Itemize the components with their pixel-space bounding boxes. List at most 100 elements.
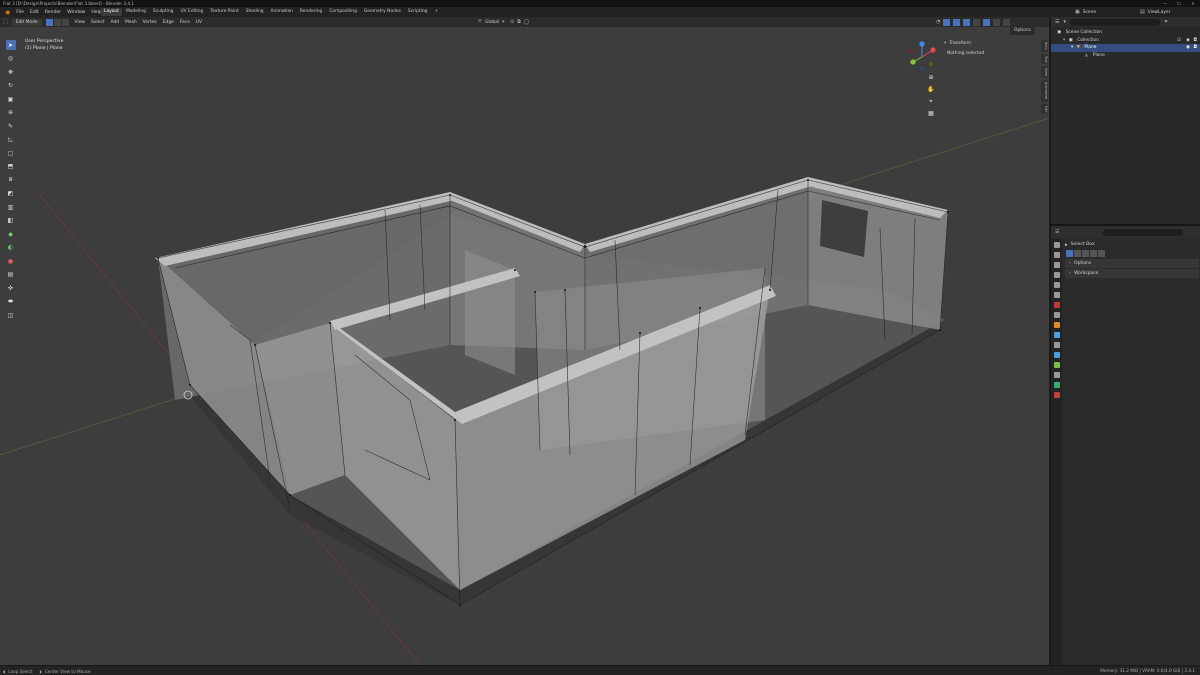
edge-slide-icon[interactable]: ▤ (6, 270, 16, 280)
close-button[interactable]: ✕ (1186, 0, 1200, 7)
menu-render[interactable]: Render (45, 10, 61, 15)
shear-icon[interactable]: ⬬ (6, 297, 16, 307)
tab-edit[interactable]: Edit (1041, 103, 1048, 115)
properties-tab-icon[interactable] (1053, 252, 1060, 258)
properties-tab-icon[interactable] (1053, 382, 1060, 388)
tab-shading[interactable]: Shading (243, 8, 267, 16)
poly-build-icon[interactable]: ◆ (6, 229, 16, 239)
outliner-row-plane-object[interactable]: ▾ ▼ Plane ◉ ◘ (1051, 44, 1200, 52)
camera-icon[interactable]: ◘ (1194, 44, 1197, 52)
properties-tab-icon[interactable] (1053, 362, 1060, 368)
menu-view[interactable]: View (75, 20, 85, 25)
gizmo-toggle-icon[interactable] (943, 18, 951, 26)
mode-set-icon[interactable] (1066, 250, 1073, 257)
tab-item[interactable]: Item (1041, 40, 1048, 52)
measure-icon[interactable]: ◺ (6, 135, 16, 145)
properties-search-input[interactable] (1103, 228, 1184, 236)
smooth-icon[interactable]: ● (6, 256, 16, 266)
tab-scripting[interactable]: Scripting (405, 8, 431, 16)
pan-hand-icon[interactable]: ✋ (926, 85, 936, 95)
3d-viewport[interactable]: User Perspective (1) Plane | Plane ▾ Tra… (0, 27, 1049, 665)
tab-sculpting[interactable]: Sculpting (150, 8, 177, 16)
blender-logo-icon[interactable]: ◉ (5, 9, 10, 16)
menu-file[interactable]: File (16, 10, 24, 15)
properties-tab-icon[interactable] (1053, 372, 1060, 378)
add-cube-icon[interactable]: ▢ (6, 148, 16, 158)
cursor-icon[interactable]: ◎ (6, 54, 16, 64)
eye-icon[interactable]: ◉ (1186, 44, 1190, 52)
tab-animation[interactable]: Animation (1041, 80, 1048, 102)
knife-icon[interactable]: ◧ (6, 216, 16, 226)
mode-invert-icon[interactable] (1090, 250, 1097, 257)
mode-intersect-icon[interactable] (1098, 250, 1105, 257)
properties-tab-icon[interactable] (1053, 262, 1060, 268)
zoom-icon[interactable]: ⊕ (926, 73, 936, 83)
outliner-filter-icon[interactable]: ⏷ (1164, 19, 1168, 25)
menu-select[interactable]: Select (91, 20, 105, 25)
properties-tab-icon[interactable] (1053, 312, 1060, 318)
outliner-row-collection[interactable]: ▾ ▣ Collection ☑ ◉ ◘ (1051, 37, 1200, 45)
xray-toggle-icon[interactable] (963, 18, 971, 26)
minimize-button[interactable]: — (1158, 0, 1172, 7)
shading-rendered-icon[interactable] (1003, 18, 1011, 26)
shading-solid-icon[interactable] (983, 18, 991, 26)
tab-animation[interactable]: Animation (268, 8, 296, 16)
maximize-button[interactable]: ☐ (1172, 0, 1186, 7)
annotate-icon[interactable]: ✎ (6, 121, 16, 131)
outliner-row-scene-collection[interactable]: ▣ Scene Collection (1051, 29, 1200, 37)
spin-icon[interactable]: ◐ (6, 243, 16, 253)
shrink-icon[interactable]: ✜ (6, 283, 16, 293)
checkbox-icon[interactable]: ☑ (1177, 37, 1181, 45)
transform-icon[interactable]: ⊕ (6, 108, 16, 118)
extrude-icon[interactable]: ⬒ (6, 162, 16, 172)
outliner-editor-icon[interactable]: ☰ (1055, 19, 1059, 25)
editor-type-icon[interactable]: ⬚ (3, 19, 8, 25)
menu-uv[interactable]: UV (196, 20, 202, 25)
menu-window[interactable]: Window (67, 10, 85, 15)
panel-workspace[interactable]: › Workspace (1065, 269, 1199, 278)
view-layer-selector[interactable]: ▤ ViewLayer (1140, 8, 1170, 16)
tab-uv-editing[interactable]: UV Editing (177, 8, 206, 16)
rip-icon[interactable]: ◫ (6, 310, 16, 320)
eye-icon[interactable]: ◉ (1186, 37, 1190, 45)
menu-vertex[interactable]: Vertex (143, 20, 157, 25)
snap-icon[interactable]: ⧉ (517, 19, 521, 25)
properties-tab-icon[interactable] (1053, 352, 1060, 358)
add-workspace-button[interactable]: + (431, 8, 441, 16)
mode-dropdown[interactable]: Edit Mode (11, 18, 42, 26)
tab-compositing[interactable]: Compositing (326, 8, 360, 16)
transform-orientation-dropdown[interactable]: ⤧ Global ▾ (478, 18, 505, 26)
menu-add[interactable]: Add (111, 20, 120, 25)
properties-tab-icon[interactable] (1053, 282, 1060, 288)
menu-edit[interactable]: Edit (30, 10, 39, 15)
properties-tab-icon[interactable] (1053, 292, 1060, 298)
properties-tab-icon[interactable] (1053, 242, 1060, 248)
face-select-icon[interactable] (61, 18, 69, 26)
options-dropdown[interactable]: Options (1010, 27, 1035, 35)
properties-tab-icon[interactable] (1053, 342, 1060, 348)
outliner-search-input[interactable] (1070, 18, 1160, 26)
tab-rendering[interactable]: Rendering (297, 8, 325, 16)
properties-tab-icon[interactable] (1053, 392, 1060, 398)
tab-layout[interactable]: Layout (101, 8, 122, 16)
navigation-gizmo[interactable] (905, 40, 939, 74)
select-box-icon[interactable]: ➤ (5, 40, 16, 50)
scene-selector[interactable]: ▣ Scene (1075, 8, 1096, 16)
mode-subtract-icon[interactable] (1082, 250, 1089, 257)
axis-gizmo-icon[interactable] (905, 40, 939, 74)
camera-view-icon[interactable]: ⌖ (926, 97, 936, 107)
filter-icon[interactable]: ▾ (1063, 19, 1066, 25)
proportional-edit-icon[interactable]: ◯ (524, 19, 530, 25)
properties-editor-icon[interactable]: ☰ (1055, 229, 1059, 235)
scale-icon[interactable]: ▣ (6, 94, 16, 104)
properties-tab-icon[interactable] (1053, 302, 1060, 308)
tab-view[interactable]: View (1041, 66, 1048, 79)
pivot-icon[interactable]: ⊙ (510, 19, 514, 25)
shading-wireframe-icon[interactable] (973, 18, 981, 26)
tab-modeling[interactable]: Modeling (123, 8, 149, 16)
move-icon[interactable]: ✥ (6, 67, 16, 77)
grid-view-icon[interactable]: ▦ (926, 109, 936, 119)
properties-tab-icon[interactable] (1053, 322, 1060, 328)
panel-options[interactable]: › Options (1065, 259, 1199, 268)
tab-tool[interactable]: Tool (1041, 53, 1048, 65)
